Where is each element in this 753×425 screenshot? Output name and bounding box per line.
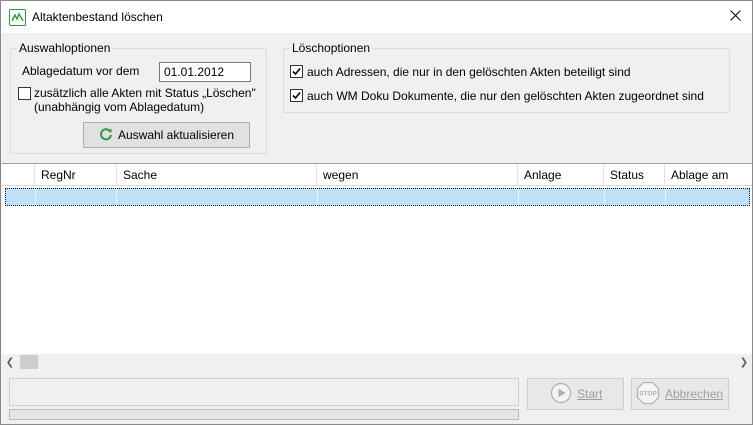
row-cell-separator bbox=[518, 189, 519, 205]
refresh-icon bbox=[99, 127, 113, 144]
start-button[interactable]: Start bbox=[527, 378, 624, 410]
scroll-left-icon[interactable]: ❮ bbox=[2, 354, 18, 370]
status-panel bbox=[9, 378, 519, 406]
column-header-sache[interactable]: Sache bbox=[116, 164, 316, 186]
status-loeschen-label-line2: (unabhängig vom Ablagedatum) bbox=[34, 100, 205, 114]
status-loeschen-label-line1: zusätzlich alle Akten mit Status „Lösche… bbox=[34, 86, 256, 100]
column-header-status[interactable]: Status bbox=[603, 164, 664, 186]
row-cell-separator bbox=[604, 189, 605, 205]
adressen-loeschen-label: auch Adressen, die nur in den gelöschten… bbox=[307, 65, 631, 79]
ablagedatum-input[interactable] bbox=[159, 62, 251, 82]
close-button[interactable] bbox=[718, 1, 752, 33]
close-icon bbox=[729, 10, 741, 24]
start-label: Start bbox=[577, 387, 603, 401]
column-header-regnr[interactable]: RegNr bbox=[34, 164, 116, 186]
scroll-right-icon[interactable]: ❯ bbox=[736, 354, 752, 370]
table-row[interactable] bbox=[5, 188, 750, 206]
auswahloptionen-legend: Auswahloptionen bbox=[17, 41, 113, 55]
abbrechen-button[interactable]: STOP Abbrechen bbox=[631, 378, 729, 410]
play-icon bbox=[550, 382, 572, 407]
doku-loeschen-label: auch WM Doku Dokumente, die nur den gelö… bbox=[307, 89, 704, 103]
column-header-wegen[interactable]: wegen bbox=[316, 164, 517, 186]
scrollbar-thumb[interactable] bbox=[20, 355, 38, 369]
column-header-anlage[interactable]: Anlage bbox=[517, 164, 603, 186]
stop-icon: STOP bbox=[636, 381, 660, 408]
loeschoptionen-legend: Löschoptionen bbox=[290, 41, 373, 55]
title-bar: Altaktenbestand löschen bbox=[1, 1, 752, 33]
auswahl-aktualisieren-button[interactable]: Auswahl aktualisieren bbox=[83, 122, 250, 148]
ablagedatum-label: Ablagedatum vor dem bbox=[22, 64, 140, 78]
status-loeschen-checkbox[interactable] bbox=[18, 87, 31, 100]
progress-bar bbox=[9, 409, 519, 420]
loeschoptionen-group: Löschoptionen bbox=[283, 41, 730, 113]
column-header-ablage-am[interactable]: Ablage am bbox=[664, 164, 752, 186]
adressen-loeschen-checkbox[interactable] bbox=[290, 65, 303, 78]
auswahl-aktualisieren-label: Auswahl aktualisieren bbox=[117, 128, 235, 142]
dialog-window: Altaktenbestand löschen Auswahloptionen … bbox=[0, 0, 753, 425]
akten-grid[interactable]: RegNr Sache wegen Anlage Status Ablage a… bbox=[2, 163, 752, 370]
app-icon bbox=[9, 9, 26, 26]
window-title: Altaktenbestand löschen bbox=[32, 10, 163, 24]
row-cell-separator bbox=[317, 189, 318, 205]
doku-loeschen-checkbox[interactable] bbox=[290, 89, 303, 102]
grid-header: RegNr Sache wegen Anlage Status Ablage a… bbox=[2, 164, 752, 186]
abbrechen-label: Abbrechen bbox=[665, 387, 724, 401]
row-cell-separator bbox=[116, 189, 117, 205]
svg-text:STOP: STOP bbox=[639, 390, 657, 397]
row-cell-separator bbox=[35, 189, 36, 205]
horizontal-scrollbar[interactable]: ❮ ❯ bbox=[2, 354, 752, 370]
row-cell-separator bbox=[665, 189, 666, 205]
column-header-indicator[interactable] bbox=[2, 164, 34, 186]
